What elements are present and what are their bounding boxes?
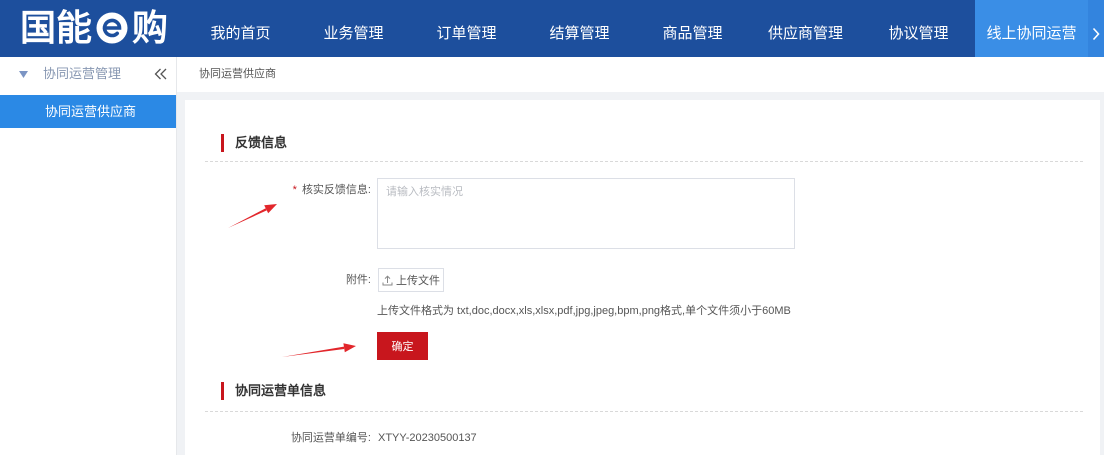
caret-down-icon (19, 71, 28, 78)
verify-feedback-label-text: 核实反馈信息: (301, 184, 371, 196)
upload-file-button[interactable]: 上传文件 (378, 268, 444, 292)
brand-logo-text-left: 国能 (20, 7, 93, 48)
app-window: 国能 购 我的首页 业务管理 订单管理 结算管理 商品管理 供应商管理 协议管理… (0, 0, 1104, 455)
sidebar-group-header[interactable]: 协同运营管理 (0, 57, 176, 91)
nav-item-online-collab[interactable]: 线上协同运营 (975, 0, 1088, 57)
nav-item-products[interactable]: 商品管理 (636, 0, 749, 57)
section-divider (205, 411, 1083, 412)
feedback-section-title: 反馈信息 (235, 135, 288, 150)
confirm-button[interactable]: 确定 (377, 332, 428, 360)
nav-item-settlement[interactable]: 结算管理 (523, 0, 636, 57)
upload-file-label: 上传文件 (396, 275, 440, 287)
nav-item-suppliers[interactable]: 供应商管理 (749, 0, 862, 57)
order-number-label: 协同运营单编号: (290, 432, 371, 444)
double-chevron-left-icon[interactable] (153, 68, 168, 80)
verify-feedback-textarea[interactable] (377, 178, 795, 249)
breadcrumb: 协同运营供应商 (177, 57, 1104, 92)
upload-icon (382, 275, 393, 286)
required-mark: * (292, 184, 297, 196)
nav-item-home[interactable]: 我的首页 (184, 0, 297, 57)
sidebar-group-label: 协同运营管理 (43, 66, 122, 81)
breadcrumb-current: 协同运营供应商 (199, 68, 276, 80)
order-section-title: 协同运营单信息 (235, 383, 327, 398)
order-number-value: XTYY-20230500137 (378, 432, 477, 444)
nav-item-orders[interactable]: 订单管理 (410, 0, 523, 57)
upload-hint-text: 上传文件格式为 txt,doc,docx,xls,xlsx,pdf,jpg,jp… (377, 305, 791, 317)
content-card: 反馈信息 * 核实反馈信息: 附件: 上传文件 上传文件格式为 txt,doc,d… (185, 100, 1100, 455)
nav-item-agreements[interactable]: 协议管理 (862, 0, 975, 57)
e-circle-logo-icon (95, 11, 129, 45)
sidebar: 协同运营管理 协同运营供应商 (0, 57, 177, 455)
section-divider (205, 161, 1083, 162)
nav-item-business[interactable]: 业务管理 (297, 0, 410, 57)
section-marker (221, 382, 224, 400)
verify-feedback-label: * 核实反馈信息: (185, 180, 371, 200)
brand-logo-text-right: 购 (132, 7, 169, 48)
chevron-right-icon (1092, 27, 1100, 41)
main-nav: 我的首页 业务管理 订单管理 结算管理 商品管理 供应商管理 协议管理 线上协同… (184, 0, 1088, 57)
sidebar-item-collab-supplier[interactable]: 协同运营供应商 (0, 95, 176, 128)
attachment-label: 附件: (345, 274, 371, 286)
top-nav-bar: 国能 购 我的首页 业务管理 订单管理 结算管理 商品管理 供应商管理 协议管理… (0, 0, 1104, 57)
section-marker (221, 134, 224, 152)
brand-logo[interactable]: 国能 购 (20, 8, 168, 48)
nav-scroll-right-button[interactable] (1088, 0, 1104, 57)
